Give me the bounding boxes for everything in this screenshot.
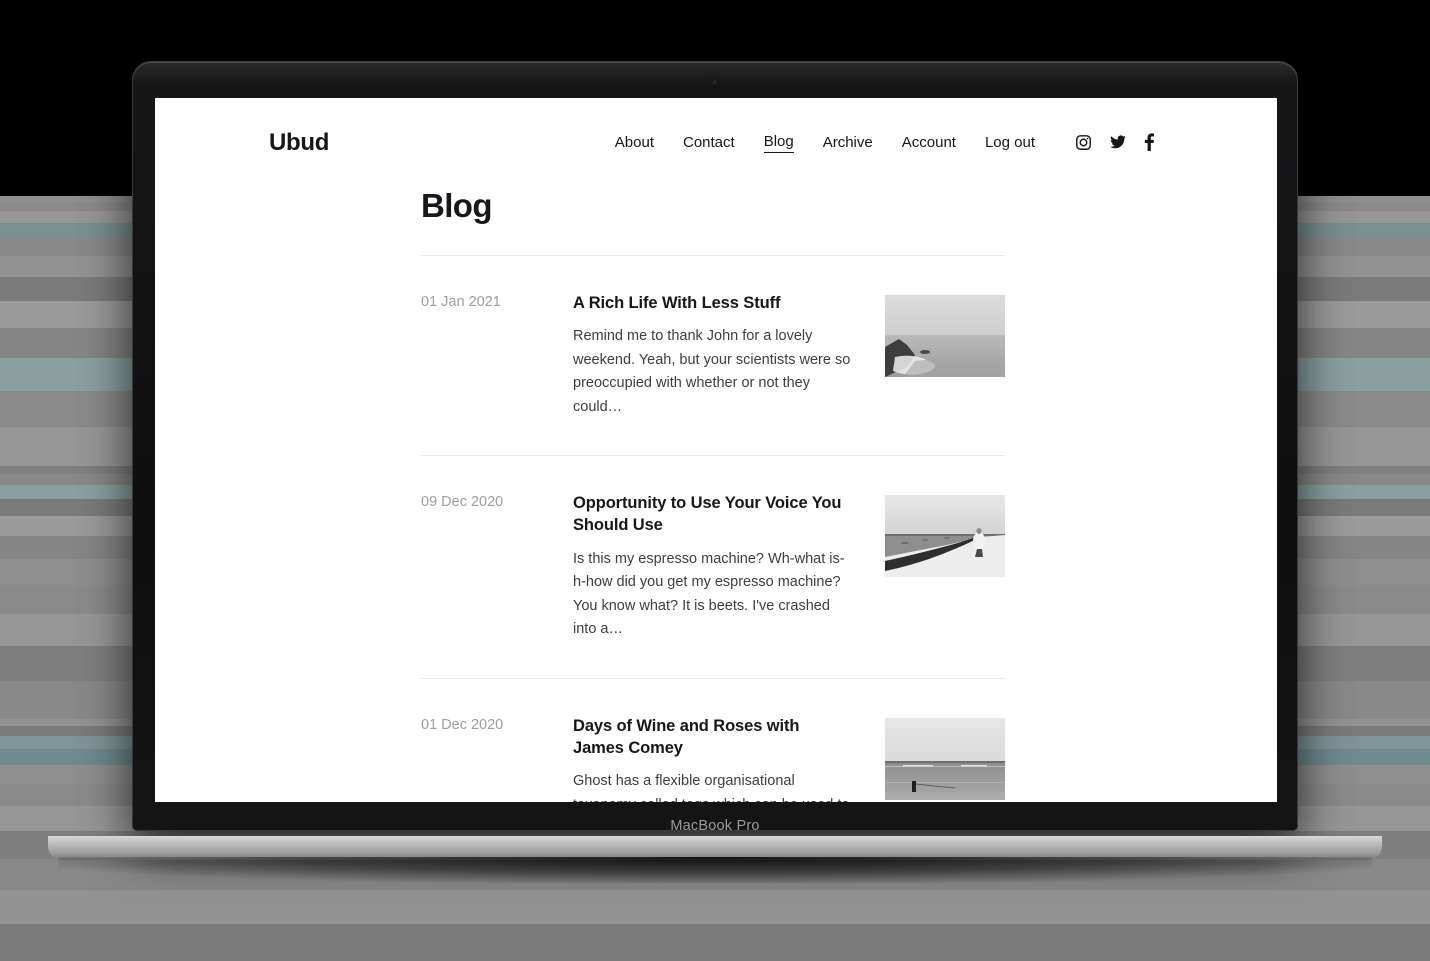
webcam-icon xyxy=(712,80,717,85)
post-thumbnail[interactable] xyxy=(885,295,1005,377)
twitter-icon[interactable] xyxy=(1109,134,1127,151)
post-title[interactable]: Days of Wine and Roses with James Comey xyxy=(573,715,851,760)
facebook-icon[interactable] xyxy=(1144,133,1155,151)
nav-item-about[interactable]: About xyxy=(615,132,654,153)
post-list-item[interactable]: 09 Dec 2020 Opportunity to Use Your Voic… xyxy=(421,455,1005,677)
post-date: 01 Dec 2020 xyxy=(421,715,573,802)
site-header: Ubud About Contact Blog Archive Account … xyxy=(155,98,1277,196)
nav-item-archive[interactable]: Archive xyxy=(823,132,873,153)
device-model-label: MacBook Pro xyxy=(0,818,1430,834)
post-list: 01 Jan 2021 A Rich Life With Less Stuff … xyxy=(421,255,1005,802)
macbook-pro-device: MacBook Pro Ubud About Contact Blog Arch… xyxy=(0,0,1430,948)
post-thumbnail[interactable] xyxy=(885,718,1005,800)
social-links xyxy=(1075,133,1155,151)
nav-item-log-out[interactable]: Log out xyxy=(985,132,1035,153)
instagram-icon[interactable] xyxy=(1075,134,1092,151)
nav-item-blog[interactable]: Blog xyxy=(764,131,794,153)
post-title[interactable]: Opportunity to Use Your Voice You Should… xyxy=(573,492,851,537)
nav-item-contact[interactable]: Contact xyxy=(683,132,735,153)
screen-viewport: Ubud About Contact Blog Archive Account … xyxy=(155,98,1277,802)
post-list-item[interactable]: 01 Dec 2020 Days of Wine and Roses with … xyxy=(421,678,1005,802)
post-list-item[interactable]: 01 Jan 2021 A Rich Life With Less Stuff … xyxy=(421,255,1005,455)
main-navigation: About Contact Blog Archive Account Log o… xyxy=(615,131,1155,153)
post-date: 09 Dec 2020 xyxy=(421,492,573,641)
post-date: 01 Jan 2021 xyxy=(421,292,573,419)
post-excerpt: Remind me to thank John for a lovely wee… xyxy=(573,325,851,419)
post-content: A Rich Life With Less Stuff Remind me to… xyxy=(573,292,875,419)
post-thumbnail[interactable] xyxy=(885,495,1005,577)
page-title: Blog xyxy=(421,187,492,225)
post-excerpt: Is this my espresso machine? Wh-what is-… xyxy=(573,548,851,642)
device-shadow xyxy=(58,857,1372,883)
post-content: Days of Wine and Roses with James Comey … xyxy=(573,715,875,802)
post-content: Opportunity to Use Your Voice You Should… xyxy=(573,492,875,641)
site-logo[interactable]: Ubud xyxy=(269,129,329,157)
nav-item-account[interactable]: Account xyxy=(902,132,956,153)
post-title[interactable]: A Rich Life With Less Stuff xyxy=(573,292,851,314)
post-excerpt: Ghost has a flexible organisational taxo… xyxy=(573,770,851,802)
